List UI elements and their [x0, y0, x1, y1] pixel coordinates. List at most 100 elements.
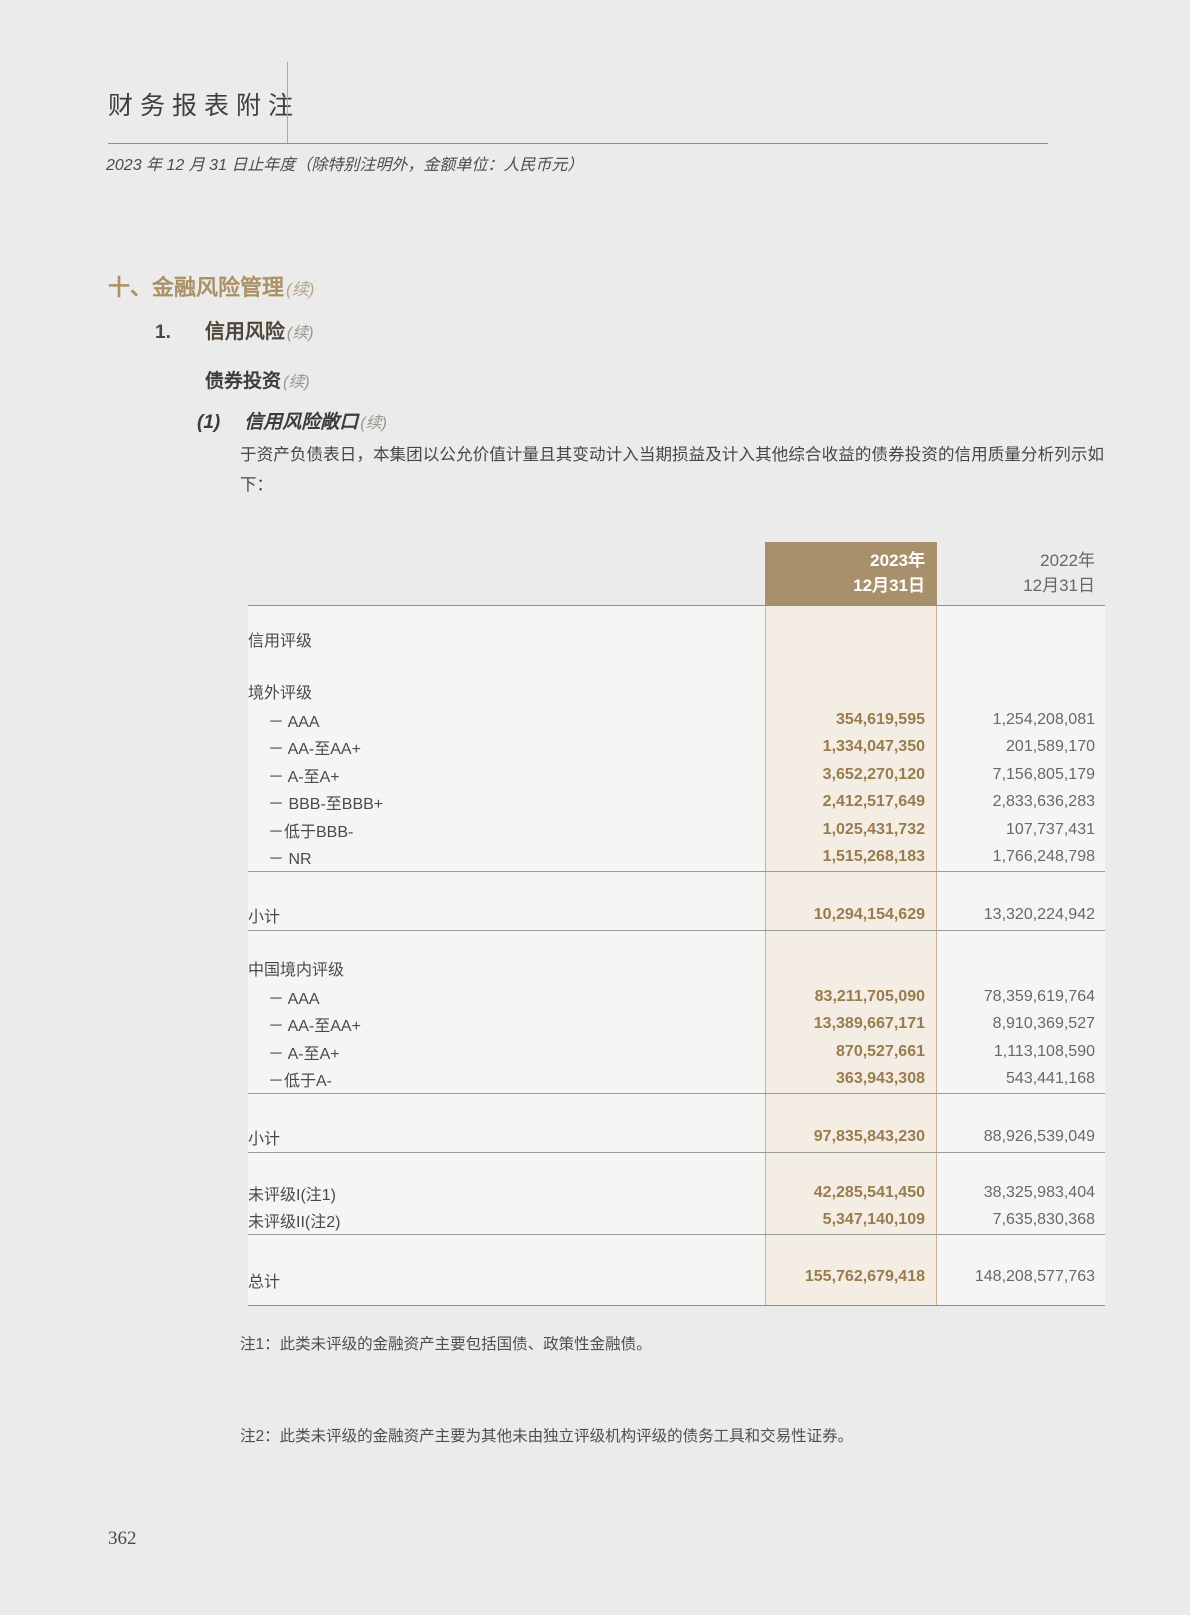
exposure-continued-mark: (续)	[360, 415, 387, 432]
table-row: －低于A-363,943,308543,441,168	[248, 1066, 1105, 1095]
footnote-1-label: 注1：	[240, 1336, 280, 1353]
table-row: 中国境内评级	[248, 953, 1105, 983]
row-label: －低于A-	[248, 1067, 765, 1091]
row-value-2022: 78,359,619,764	[937, 988, 1105, 1006]
row-value-2022: 543,441,168	[937, 1070, 1105, 1088]
row-label: 总计	[248, 1268, 765, 1292]
table-row: 未评级II(注2)5,347,140,1097,635,830,368	[248, 1207, 1105, 1236]
row-label: － AAA	[248, 985, 765, 1009]
section-continued-mark: (续)	[286, 280, 314, 299]
row-value-2023: 1,334,047,350	[765, 738, 937, 756]
row-value-2023: 5,347,140,109	[765, 1211, 937, 1229]
table-row: － A-至A+3,652,270,1207,156,805,179	[248, 761, 1105, 789]
header-rule	[108, 143, 1048, 144]
row-value-2022: 1,113,108,590	[937, 1043, 1105, 1061]
row-label: － AAA	[248, 708, 765, 732]
row-value-2023: 1,515,268,183	[765, 848, 937, 866]
row-label: 未评级I(注1)	[248, 1181, 765, 1205]
table-row: － A-至A+870,527,6611,113,108,590	[248, 1038, 1105, 1066]
table-rows: 信用评级境外评级－ AAA354,619,5951,254,208,081－ A…	[248, 606, 1105, 1305]
table-row: 小计97,835,843,23088,926,539,049	[248, 1094, 1105, 1153]
subsection-number: 1.	[155, 322, 171, 343]
row-label: － NR	[248, 845, 765, 869]
footnote-2-text: 此类未评级的金融资产主要为其他未由独立评级机构评级的债务工具和交易性证券。	[280, 1428, 854, 1445]
row-value-2022: 107,737,431	[937, 821, 1105, 839]
row-value-2023: 10,294,154,629	[765, 906, 937, 924]
row-label: － A-至A+	[248, 1040, 765, 1064]
row-value-2023: 155,762,679,418	[765, 1268, 937, 1286]
row-value-2022: 1,254,208,081	[937, 711, 1105, 729]
header-subtitle: 2023 年 12 月 31 日止年度（除特别注明外，金额单位：人民币元）	[106, 151, 583, 175]
subsection-continued-mark: (续)	[287, 325, 314, 342]
row-value-2022: 201,589,170	[937, 738, 1105, 756]
row-label: 小计	[248, 1125, 765, 1149]
row-label: －低于BBB-	[248, 818, 765, 842]
subsection-bond-investment: 债券投资(续)	[205, 366, 310, 393]
row-label: 未评级II(注2)	[248, 1208, 765, 1232]
row-value-2023: 13,389,667,171	[765, 1015, 937, 1033]
row-label: － AA-至AA+	[248, 1012, 765, 1036]
footnote-2: 注2：此类未评级的金融资产主要为其他未由独立评级机构评级的债务工具和交易性证券。	[240, 1424, 853, 1446]
footnote-1: 注1：此类未评级的金融资产主要包括国债、政策性金融债。	[240, 1332, 652, 1354]
credit-quality-table: 信用评级境外评级－ AAA354,619,5951,254,208,081－ A…	[248, 605, 1105, 1306]
row-value-2023: 97,835,843,230	[765, 1128, 937, 1146]
section-title: 十、金融风险管理(续)	[108, 270, 314, 302]
row-value-2022: 2,833,636,283	[937, 793, 1105, 811]
column-header-2022: 2022年 12月31日	[937, 542, 1105, 605]
row-value-2023: 83,211,705,090	[765, 988, 937, 1006]
table-row: － NR1,515,268,1831,766,248,798	[248, 844, 1105, 873]
row-value-2022: 13,320,224,942	[937, 906, 1105, 924]
row-value-2022: 1,766,248,798	[937, 848, 1105, 866]
row-label: － AA-至AA+	[248, 735, 765, 759]
header-divider	[287, 62, 288, 143]
table-row: －低于BBB-1,025,431,732107,737,431	[248, 816, 1105, 844]
row-value-2023: 870,527,661	[765, 1043, 937, 1061]
column-header-2022-date: 12月31日	[937, 573, 1095, 598]
report-page: 财务报表附注 2023 年 12 月 31 日止年度（除特别注明外，金额单位：人…	[0, 0, 1190, 1615]
row-value-2022: 38,325,983,404	[937, 1184, 1105, 1202]
table-row	[248, 654, 1105, 676]
table-row: 总计155,762,679,418148,208,577,763	[248, 1235, 1105, 1305]
section-number: 十、	[108, 275, 152, 300]
column-header-2022-year: 2022年	[937, 548, 1095, 573]
section-title-text: 金融风险管理	[152, 275, 284, 300]
row-label: 小计	[248, 903, 765, 927]
table-header: 2023年 12月31日 2022年 12月31日	[248, 542, 1105, 605]
table-row: － AA-至AA+1,334,047,350201,589,170	[248, 734, 1105, 762]
table-row: － BBB-至BBB+2,412,517,6492,833,636,283	[248, 789, 1105, 817]
row-label: 境外评级	[248, 679, 765, 703]
subsection-credit-exposure: (1)信用风险敞口(续)	[197, 407, 387, 434]
row-value-2022: 148,208,577,763	[937, 1268, 1105, 1286]
column-header-2023: 2023年 12月31日	[765, 542, 937, 605]
row-label: － A-至A+	[248, 763, 765, 787]
row-value-2023: 2,412,517,649	[765, 793, 937, 811]
subsection-title-text: 信用风险	[205, 321, 285, 343]
table-row: 小计10,294,154,62913,320,224,942	[248, 872, 1105, 931]
table-row	[248, 931, 1105, 953]
page-title: 财务报表附注	[108, 86, 300, 122]
bond-title-text: 债券投资	[205, 371, 281, 392]
row-value-2023: 363,943,308	[765, 1070, 937, 1088]
intro-paragraph: 于资产负债表日，本集团以公允价值计量且其变动计入当期损益及计入其他综合收益的债券…	[240, 440, 1104, 500]
column-header-2023-year: 2023年	[765, 548, 925, 573]
row-label: 中国境内评级	[248, 956, 765, 980]
row-value-2023: 1,025,431,732	[765, 821, 937, 839]
exposure-title-text: 信用风险敞口	[244, 412, 358, 433]
row-value-2022: 8,910,369,527	[937, 1015, 1105, 1033]
row-value-2023: 3,652,270,120	[765, 766, 937, 784]
table-row: － AA-至AA+13,389,667,1718,910,369,527	[248, 1011, 1105, 1039]
table-row: 境外评级	[248, 676, 1105, 706]
column-header-2023-date: 12月31日	[765, 573, 925, 598]
row-value-2022: 88,926,539,049	[937, 1128, 1105, 1146]
table-row	[248, 1153, 1105, 1179]
row-value-2022: 7,156,805,179	[937, 766, 1105, 784]
table-row: 未评级I(注1)42,285,541,45038,325,983,404	[248, 1179, 1105, 1207]
footnote-1-text: 此类未评级的金融资产主要包括国债、政策性金融债。	[280, 1336, 652, 1353]
row-value-2022: 7,635,830,368	[937, 1211, 1105, 1229]
table-row: － AAA354,619,5951,254,208,081	[248, 706, 1105, 734]
row-label: － BBB-至BBB+	[248, 790, 765, 814]
page-number: 362	[108, 1528, 137, 1550]
row-value-2023: 354,619,595	[765, 711, 937, 729]
row-label: 信用评级	[248, 627, 765, 651]
bond-continued-mark: (续)	[283, 374, 310, 391]
